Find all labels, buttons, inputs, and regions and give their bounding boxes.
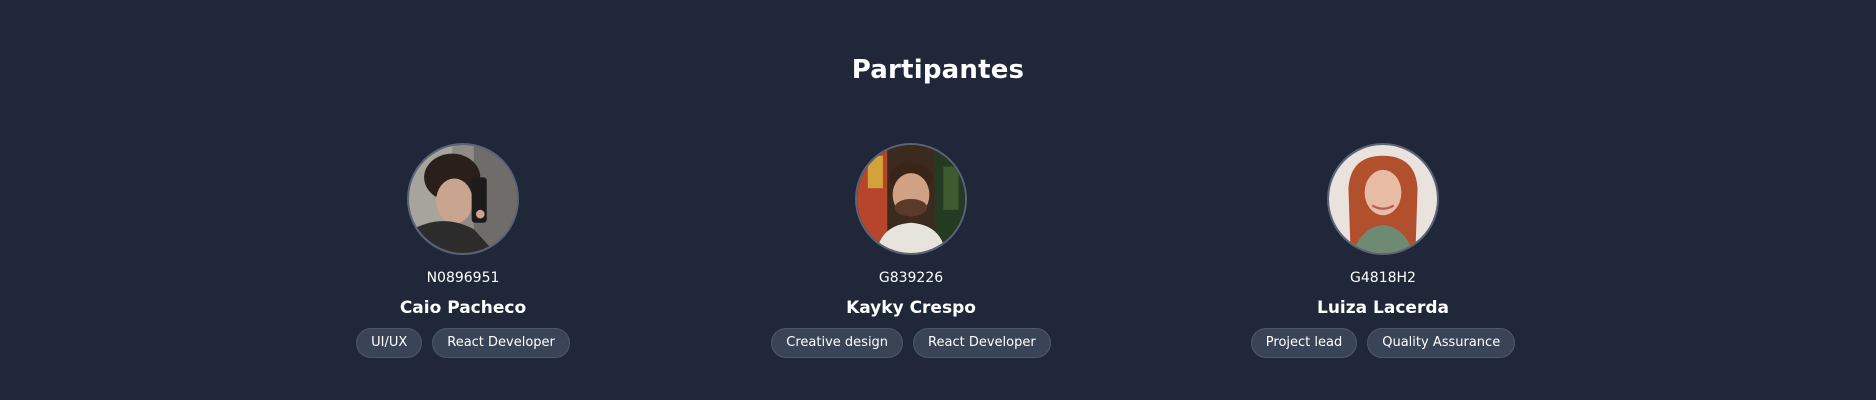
participant-id: G4818H2 — [1350, 270, 1416, 286]
role-tag: React Developer — [913, 328, 1051, 358]
participant-name: Caio Pacheco — [399, 298, 527, 318]
participant-card: G4818H2 Luiza Lacerda Project lead Quali… — [1223, 143, 1543, 358]
role-tag: Quality Assurance — [1367, 328, 1516, 358]
role-tags: UI/UX React Developer — [356, 328, 570, 358]
participant-name: Kayky Crespo — [846, 298, 976, 318]
role-tag: UI/UX — [356, 328, 423, 358]
person-photo-icon — [409, 145, 517, 253]
avatar — [1327, 143, 1439, 255]
participants-section: Partipantes N0896951 Caio Pacheco UI/UX … — [0, 0, 1876, 400]
participant-name: Luiza Lacerda — [1317, 298, 1449, 318]
role-tag: Project lead — [1250, 328, 1358, 358]
participant-id: G839226 — [878, 270, 944, 286]
avatar — [855, 143, 967, 255]
participant-card: G839226 Kayky Crespo Creative design Rea… — [751, 143, 1071, 358]
role-tags: Creative design React Developer — [771, 328, 1051, 358]
section-title: Partipantes — [851, 55, 1025, 85]
avatar — [407, 143, 519, 255]
participant-id: N0896951 — [426, 270, 500, 286]
role-tags: Project lead Quality Assurance — [1250, 328, 1516, 358]
person-photo-icon — [1329, 145, 1437, 253]
participant-card: N0896951 Caio Pacheco UI/UX React Develo… — [303, 143, 623, 358]
role-tag: React Developer — [432, 328, 570, 358]
person-photo-icon — [857, 145, 965, 253]
role-tag: Creative design — [771, 328, 904, 358]
